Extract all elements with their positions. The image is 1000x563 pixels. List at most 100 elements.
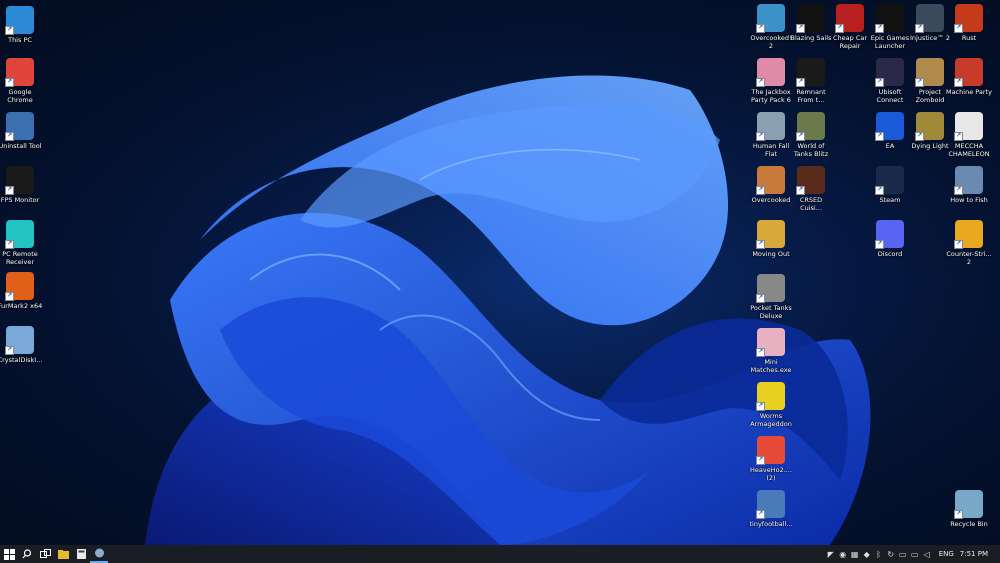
shortcut-arrow-icon: ↗ — [796, 24, 805, 33]
desktop-icon-heaveho2-2[interactable]: ↗ HeaveHo2.... (2) — [750, 436, 792, 482]
desktop-icon-blazing-sails[interactable]: ↗ Blazing Sails — [791, 4, 831, 42]
shortcut-arrow-icon: ↗ — [756, 78, 765, 87]
desktop-icon-injustice-2[interactable]: ↗ Injustice™ 2 — [910, 4, 950, 42]
discord-icon: ↗ — [875, 220, 904, 249]
language-indicator[interactable]: ENG — [939, 550, 954, 558]
chrome-icon: ↗ — [5, 58, 34, 87]
desktop-icon-overcooked[interactable]: ↗ Overcooked — [751, 166, 791, 204]
desktop-icon-label: CrystalDiskI... — [0, 356, 43, 364]
desktop-icon-pc-remote-receiver[interactable]: ↗ PC Remote Receiver — [0, 220, 40, 266]
calculator-icon[interactable] — [72, 545, 90, 563]
desktop-icon-dying-light[interactable]: ↗ Dying Light — [910, 112, 950, 150]
task-view-icon[interactable] — [36, 545, 54, 563]
desktop-icon-this-pc[interactable]: ↗ This PC — [0, 6, 40, 44]
desktop-icon-cheap-car-repair[interactable]: ↗ Cheap Car Repair — [830, 4, 870, 50]
rust-icon: ↗ — [954, 4, 983, 33]
wallpaper-bloom — [145, 75, 871, 545]
desktop-icon-uninstall-tool[interactable]: ↗ Uninstall Tool — [0, 112, 42, 150]
epic-icon: ↗ — [875, 4, 904, 33]
network-icon[interactable]: ▭ — [909, 545, 921, 563]
desktop-icon-label: Remnant From t... — [796, 88, 826, 104]
desktop-icon-mini-matches-exe[interactable]: ↗ Mini Matches.exe — [751, 328, 791, 374]
desktop-icon-project-zomboid[interactable]: ↗ Project Zomboid — [910, 58, 950, 104]
shortcut-arrow-icon: ↗ — [954, 78, 963, 87]
desktop-icon-label: Pocket Tanks Deluxe — [750, 304, 792, 320]
vpn-icon[interactable]: ◆ — [861, 545, 873, 563]
desktop-icon-worms-armageddon[interactable]: ↗ Worms Armageddon — [750, 382, 792, 428]
desktop-icon-ubisoft-connect[interactable]: ↗ Ubisoft Connect — [870, 58, 910, 104]
shortcut-arrow-icon: ↗ — [835, 24, 844, 33]
battery-icon[interactable]: ▭ — [897, 545, 909, 563]
desktop-icon-how-to-fish[interactable]: ↗ How to Fish — [949, 166, 989, 204]
shortcut-arrow-icon: ↗ — [5, 132, 14, 141]
paint-icon[interactable]: ▦ — [849, 545, 861, 563]
desktop-icon-discord[interactable]: ↗ Discord — [870, 220, 910, 258]
update-icon[interactable]: ↻ — [885, 545, 897, 563]
worms-icon: ↗ — [756, 382, 785, 411]
moving-out-icon: ↗ — [756, 220, 785, 249]
desktop-icon-furmark2-x64[interactable]: ↗ FurMark2 x64 — [0, 272, 43, 310]
desktop-icon-epic-games-launcher[interactable]: ↗ Epic Games Launcher — [870, 4, 910, 50]
recycle-bin-icon: ↗ — [954, 490, 983, 519]
heaveho-icon: ↗ — [756, 436, 785, 465]
chameleon-icon: ↗ — [954, 112, 983, 141]
clock[interactable]: 7:51 PM — [960, 550, 988, 558]
shortcut-arrow-icon: ↗ — [756, 186, 765, 195]
desktop-icon-meccha-chameleon[interactable]: ↗ MECCHA CHAMELEON — [948, 112, 990, 158]
furmark-icon: ↗ — [5, 272, 34, 301]
injustice-icon: ↗ — [915, 4, 944, 33]
desktop-icon-counter-stri-2[interactable]: ↗ Counter-Stri... 2 — [946, 220, 992, 266]
desktop-icon-recycle-bin[interactable]: ↗ Recycle Bin — [949, 490, 989, 528]
desktop-icon-google-chrome[interactable]: ↗ Google Chrome — [0, 58, 40, 104]
desktop-icon-world-of-tanks-blitz[interactable]: ↗ World of Tanks Blitz — [791, 112, 831, 158]
shortcut-arrow-icon: ↗ — [5, 78, 14, 87]
machine-party-icon: ↗ — [954, 58, 983, 87]
uninstall-tool-icon: ↗ — [5, 112, 34, 141]
shortcut-arrow-icon: ↗ — [954, 132, 963, 141]
mini-matches-icon: ↗ — [756, 328, 785, 357]
file-explorer-icon[interactable] — [54, 545, 72, 563]
desktop-icon-remnant-from-t[interactable]: ↗ Remnant From t... — [791, 58, 831, 104]
shortcut-arrow-icon: ↗ — [5, 346, 14, 355]
shortcut-arrow-icon: ↗ — [796, 186, 805, 195]
overcooked2-icon: ↗ — [756, 4, 785, 33]
shortcut-arrow-icon: ↗ — [915, 132, 924, 141]
shortcut-arrow-icon: ↗ — [954, 186, 963, 195]
pc-remote-icon: ↗ — [5, 220, 34, 249]
volume-icon[interactable]: ◁ — [921, 545, 933, 563]
steam-tray-icon[interactable]: ◉ — [837, 545, 849, 563]
desktop-icon-overcooked-2[interactable]: ↗ Overcooked! 2 — [750, 4, 792, 50]
desktop-icon-crsed-cuisi[interactable]: ↗ CRSED Cuisi... — [791, 166, 831, 212]
desktop-icon-steam[interactable]: ↗ Steam — [870, 166, 910, 204]
shortcut-arrow-icon: ↗ — [756, 24, 765, 33]
desktop-icon-crystaldiski[interactable]: ↗ CrystalDiskI... — [0, 326, 43, 364]
fps-monitor-icon: ↗ — [5, 166, 34, 195]
shortcut-arrow-icon: ↗ — [5, 240, 14, 249]
search-icon[interactable] — [18, 545, 36, 563]
shortcut-arrow-icon: ↗ — [756, 240, 765, 249]
taskbar: ◤ ◉ ▦ ◆ ᛒ ↻ ▭ ▭ ◁ ENG 7:51 PM — [0, 545, 1000, 563]
nvidia-icon[interactable]: ◤ — [825, 545, 837, 563]
desktop-icon-label: Worms Armageddon — [750, 412, 792, 428]
zomboid-icon: ↗ — [915, 58, 944, 87]
jackbox-icon: ↗ — [756, 58, 785, 87]
desktop-icon-label: FurMark2 x64 — [0, 302, 43, 310]
desktop-icon-human-fall-flat[interactable]: ↗ Human Fall Flat — [751, 112, 791, 158]
desktop-icon-ea[interactable]: ↗ EA — [870, 112, 910, 150]
desktop-icon-the-jackbox-party-pack-6[interactable]: ↗ The Jackbox Party Pack 6 — [751, 58, 791, 104]
app-icon[interactable] — [90, 545, 108, 563]
desktop-icon-label: HeaveHo2.... (2) — [750, 466, 792, 482]
desktop-icon-moving-out[interactable]: ↗ Moving Out — [751, 220, 791, 258]
shortcut-arrow-icon: ↗ — [796, 132, 805, 141]
steam-icon: ↗ — [875, 166, 904, 195]
desktop-icon-rust[interactable]: ↗ Rust — [949, 4, 989, 42]
ea-icon: ↗ — [875, 112, 904, 141]
desktop-icon-machine-party[interactable]: ↗ Machine Party — [946, 58, 992, 96]
counter-strike-icon: ↗ — [954, 220, 983, 249]
shortcut-arrow-icon: ↗ — [915, 24, 924, 33]
desktop-icon-tinyfootball[interactable]: ↗ tinyfootball... — [749, 490, 793, 528]
bluetooth-icon[interactable]: ᛒ — [873, 545, 885, 563]
desktop-icon-pocket-tanks-deluxe[interactable]: ↗ Pocket Tanks Deluxe — [750, 274, 792, 320]
start-icon[interactable] — [0, 545, 18, 563]
desktop-icon-fps-monitor[interactable]: ↗ FPS Monitor — [0, 166, 40, 204]
